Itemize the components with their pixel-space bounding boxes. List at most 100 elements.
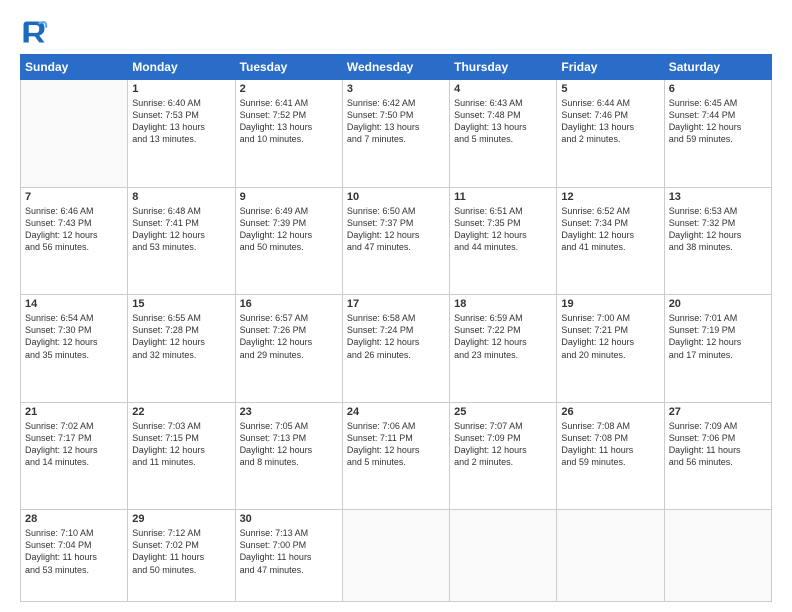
weekday-header-row: SundayMondayTuesdayWednesdayThursdayFrid… bbox=[21, 55, 772, 80]
cell-sun-info: Sunrise: 7:12 AM Sunset: 7:02 PM Dayligh… bbox=[132, 527, 230, 576]
cell-sun-info: Sunrise: 6:42 AM Sunset: 7:50 PM Dayligh… bbox=[347, 97, 445, 146]
weekday-header: Wednesday bbox=[342, 55, 449, 80]
calendar-cell: 3 Sunrise: 6:42 AM Sunset: 7:50 PM Daylig… bbox=[342, 80, 449, 188]
day-number: 19 bbox=[561, 298, 659, 310]
cell-sun-info: Sunrise: 7:08 AM Sunset: 7:08 PM Dayligh… bbox=[561, 420, 659, 469]
cell-sun-info: Sunrise: 6:51 AM Sunset: 7:35 PM Dayligh… bbox=[454, 205, 552, 254]
calendar-cell: 27 Sunrise: 7:09 AM Sunset: 7:06 PM Dayli… bbox=[664, 402, 771, 510]
cell-sun-info: Sunrise: 6:50 AM Sunset: 7:37 PM Dayligh… bbox=[347, 205, 445, 254]
cell-sun-info: Sunrise: 7:01 AM Sunset: 7:19 PM Dayligh… bbox=[669, 312, 767, 361]
calendar-cell: 28Sunrise: 7:10 AM Sunset: 7:04 PM Dayli… bbox=[21, 510, 128, 602]
calendar-cell: 2 Sunrise: 6:41 AM Sunset: 7:52 PM Daylig… bbox=[235, 80, 342, 188]
cell-sun-info: Sunrise: 6:57 AM Sunset: 7:26 PM Dayligh… bbox=[240, 312, 338, 361]
cell-sun-info: Sunrise: 6:58 AM Sunset: 7:24 PM Dayligh… bbox=[347, 312, 445, 361]
calendar-cell: 23 Sunrise: 7:05 AM Sunset: 7:13 PM Dayli… bbox=[235, 402, 342, 510]
cell-sun-info: Sunrise: 6:44 AM Sunset: 7:46 PM Dayligh… bbox=[561, 97, 659, 146]
logo bbox=[20, 18, 52, 46]
day-number: 6 bbox=[669, 83, 767, 95]
day-number: 5 bbox=[561, 83, 659, 95]
cell-sun-info: Sunrise: 6:48 AM Sunset: 7:41 PM Dayligh… bbox=[132, 205, 230, 254]
cell-sun-info: Sunrise: 7:00 AM Sunset: 7:21 PM Dayligh… bbox=[561, 312, 659, 361]
day-number: 17 bbox=[347, 298, 445, 310]
weekday-header: Thursday bbox=[450, 55, 557, 80]
day-number: 2 bbox=[240, 83, 338, 95]
calendar-cell: 12 Sunrise: 6:52 AM Sunset: 7:34 PM Dayli… bbox=[557, 187, 664, 295]
header bbox=[20, 18, 772, 46]
calendar-cell: 5 Sunrise: 6:44 AM Sunset: 7:46 PM Daylig… bbox=[557, 80, 664, 188]
cell-sun-info: Sunrise: 6:55 AM Sunset: 7:28 PM Dayligh… bbox=[132, 312, 230, 361]
day-number: 14 bbox=[25, 298, 123, 310]
day-number: 13 bbox=[669, 191, 767, 203]
weekday-header: Sunday bbox=[21, 55, 128, 80]
day-number: 12 bbox=[561, 191, 659, 203]
calendar-cell: 20 Sunrise: 7:01 AM Sunset: 7:19 PM Dayli… bbox=[664, 295, 771, 403]
cell-sun-info: Sunrise: 6:46 AM Sunset: 7:43 PM Dayligh… bbox=[25, 205, 123, 254]
cell-sun-info: Sunrise: 7:02 AM Sunset: 7:17 PM Dayligh… bbox=[25, 420, 123, 469]
calendar-week-row: 21 Sunrise: 7:02 AM Sunset: 7:17 PM Dayli… bbox=[21, 402, 772, 510]
day-number: 28 bbox=[25, 513, 123, 525]
calendar-cell: 30 Sunrise: 7:13 AM Sunset: 7:00 PM Dayli… bbox=[235, 510, 342, 602]
calendar-cell: 11 Sunrise: 6:51 AM Sunset: 7:35 PM Dayli… bbox=[450, 187, 557, 295]
logo-icon bbox=[20, 18, 48, 46]
calendar-cell: 24 Sunrise: 7:06 AM Sunset: 7:11 PM Dayli… bbox=[342, 402, 449, 510]
calendar-cell: 15 Sunrise: 6:55 AM Sunset: 7:28 PM Dayli… bbox=[128, 295, 235, 403]
cell-sun-info: Sunrise: 7:06 AM Sunset: 7:11 PM Dayligh… bbox=[347, 420, 445, 469]
weekday-header: Friday bbox=[557, 55, 664, 80]
day-number: 20 bbox=[669, 298, 767, 310]
cell-sun-info: Sunrise: 6:49 AM Sunset: 7:39 PM Dayligh… bbox=[240, 205, 338, 254]
day-number: 15 bbox=[132, 298, 230, 310]
calendar-cell: 21 Sunrise: 7:02 AM Sunset: 7:17 PM Dayli… bbox=[21, 402, 128, 510]
day-number: 9 bbox=[240, 191, 338, 203]
calendar-cell bbox=[664, 510, 771, 602]
cell-sun-info: Sunrise: 7:07 AM Sunset: 7:09 PM Dayligh… bbox=[454, 420, 552, 469]
day-number: 23 bbox=[240, 406, 338, 418]
cell-sun-info: Sunrise: 6:52 AM Sunset: 7:34 PM Dayligh… bbox=[561, 205, 659, 254]
day-number: 8 bbox=[132, 191, 230, 203]
cell-sun-info: Sunrise: 7:13 AM Sunset: 7:00 PM Dayligh… bbox=[240, 527, 338, 576]
calendar-cell: 16 Sunrise: 6:57 AM Sunset: 7:26 PM Dayli… bbox=[235, 295, 342, 403]
weekday-header: Saturday bbox=[664, 55, 771, 80]
cell-sun-info: Sunrise: 7:03 AM Sunset: 7:15 PM Dayligh… bbox=[132, 420, 230, 469]
calendar-cell bbox=[342, 510, 449, 602]
day-number: 27 bbox=[669, 406, 767, 418]
calendar-week-row: 1Sunrise: 6:40 AM Sunset: 7:53 PM Daylig… bbox=[21, 80, 772, 188]
day-number: 18 bbox=[454, 298, 552, 310]
calendar-cell bbox=[450, 510, 557, 602]
calendar-week-row: 7 Sunrise: 6:46 AM Sunset: 7:43 PM Daylig… bbox=[21, 187, 772, 295]
day-number: 10 bbox=[347, 191, 445, 203]
cell-sun-info: Sunrise: 7:09 AM Sunset: 7:06 PM Dayligh… bbox=[669, 420, 767, 469]
day-number: 21 bbox=[25, 406, 123, 418]
day-number: 16 bbox=[240, 298, 338, 310]
day-number: 7 bbox=[25, 191, 123, 203]
cell-sun-info: Sunrise: 6:41 AM Sunset: 7:52 PM Dayligh… bbox=[240, 97, 338, 146]
cell-sun-info: Sunrise: 6:45 AM Sunset: 7:44 PM Dayligh… bbox=[669, 97, 767, 146]
cell-sun-info: Sunrise: 6:40 AM Sunset: 7:53 PM Dayligh… bbox=[132, 97, 230, 146]
calendar-cell: 8 Sunrise: 6:48 AM Sunset: 7:41 PM Daylig… bbox=[128, 187, 235, 295]
page: SundayMondayTuesdayWednesdayThursdayFrid… bbox=[0, 0, 792, 612]
day-number: 26 bbox=[561, 406, 659, 418]
calendar-cell: 14 Sunrise: 6:54 AM Sunset: 7:30 PM Dayli… bbox=[21, 295, 128, 403]
calendar-cell bbox=[557, 510, 664, 602]
cell-sun-info: Sunrise: 6:54 AM Sunset: 7:30 PM Dayligh… bbox=[25, 312, 123, 361]
weekday-header: Monday bbox=[128, 55, 235, 80]
calendar-cell: 1Sunrise: 6:40 AM Sunset: 7:53 PM Daylig… bbox=[128, 80, 235, 188]
day-number: 4 bbox=[454, 83, 552, 95]
calendar-cell: 29Sunrise: 7:12 AM Sunset: 7:02 PM Dayli… bbox=[128, 510, 235, 602]
calendar-cell: 26 Sunrise: 7:08 AM Sunset: 7:08 PM Dayli… bbox=[557, 402, 664, 510]
day-number: 30 bbox=[240, 513, 338, 525]
weekday-header: Tuesday bbox=[235, 55, 342, 80]
day-number: 22 bbox=[132, 406, 230, 418]
calendar-week-row: 28Sunrise: 7:10 AM Sunset: 7:04 PM Dayli… bbox=[21, 510, 772, 602]
cell-sun-info: Sunrise: 6:59 AM Sunset: 7:22 PM Dayligh… bbox=[454, 312, 552, 361]
day-number: 24 bbox=[347, 406, 445, 418]
calendar-cell: 17 Sunrise: 6:58 AM Sunset: 7:24 PM Dayli… bbox=[342, 295, 449, 403]
calendar-cell bbox=[21, 80, 128, 188]
calendar-cell: 4Sunrise: 6:43 AM Sunset: 7:48 PM Daylig… bbox=[450, 80, 557, 188]
calendar-cell: 22 Sunrise: 7:03 AM Sunset: 7:15 PM Dayli… bbox=[128, 402, 235, 510]
cell-sun-info: Sunrise: 7:05 AM Sunset: 7:13 PM Dayligh… bbox=[240, 420, 338, 469]
day-number: 11 bbox=[454, 191, 552, 203]
calendar-table: SundayMondayTuesdayWednesdayThursdayFrid… bbox=[20, 54, 772, 602]
calendar-cell: 25 Sunrise: 7:07 AM Sunset: 7:09 PM Dayli… bbox=[450, 402, 557, 510]
day-number: 3 bbox=[347, 83, 445, 95]
day-number: 25 bbox=[454, 406, 552, 418]
